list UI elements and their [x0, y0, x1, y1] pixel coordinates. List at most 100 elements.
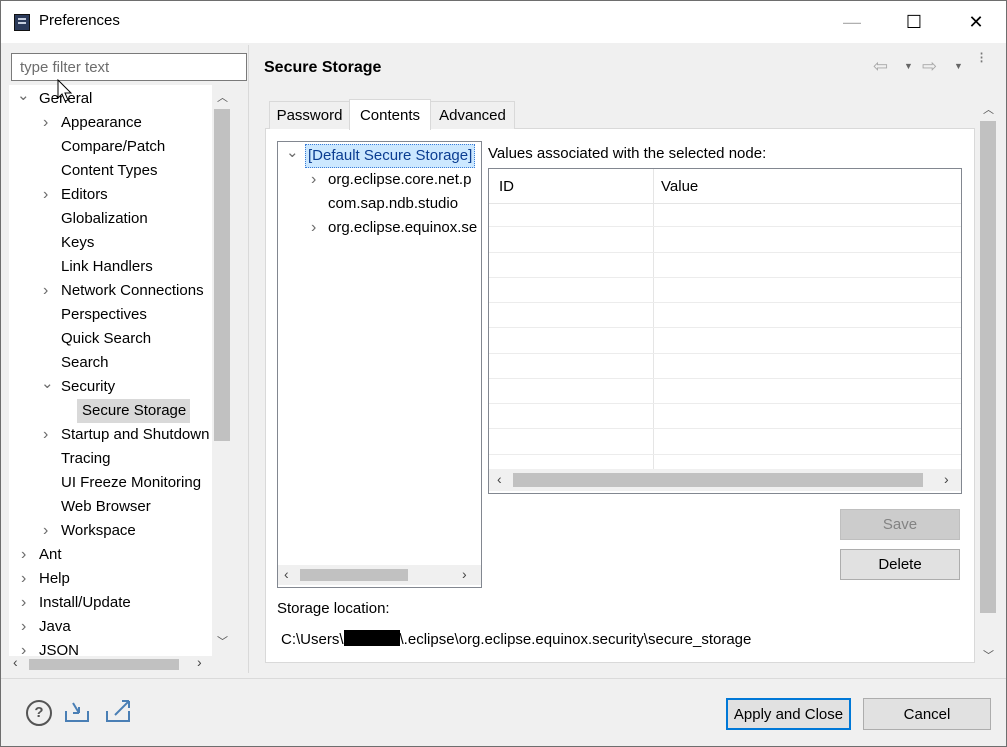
tree-horizontal-scrollbar[interactable]: ‹ › [9, 654, 231, 673]
node-com-sap-ndb-studio[interactable]: com.sap.ndb.studio [328, 192, 458, 216]
tree-item-label: Security [61, 378, 116, 395]
filter-input[interactable] [11, 53, 247, 81]
chevron-right-icon[interactable]: › [21, 591, 26, 615]
node-label: org.eclipse.equinox.se [328, 219, 478, 236]
back-dropdown-icon[interactable]: ▼ [904, 61, 913, 71]
chevron-down-icon[interactable]: ⌄ [17, 85, 30, 108]
table-horizontal-scrollbar[interactable]: ‹ › [489, 469, 961, 491]
app-icon [14, 14, 30, 31]
tree-item-label: Editors [61, 186, 108, 203]
bottom-bar [1, 678, 1006, 746]
tree-item-quick-search[interactable]: Quick Search [61, 327, 151, 351]
help-icon[interactable]: ? [26, 700, 52, 726]
storage-path: C:\Users\ \.eclipse\org.eclipse.equinox.s… [281, 630, 751, 648]
chevron-right-icon[interactable]: › [21, 639, 26, 656]
node-label: [Default Secure Storage] [305, 144, 476, 168]
mouse-cursor [57, 78, 73, 107]
scroll-left-icon[interactable]: ‹ [497, 471, 502, 487]
chevron-right-icon[interactable]: › [21, 615, 26, 639]
scroll-thumb[interactable] [513, 473, 923, 487]
tree-item-keys[interactable]: Keys [61, 231, 94, 255]
storage-location-label: Storage location: [277, 600, 390, 617]
tree-item-label: Help [39, 570, 70, 587]
view-menu-icon[interactable]: ⁝ [979, 51, 984, 67]
maximize-button[interactable]: ☐ [891, 1, 937, 43]
delete-button[interactable]: Delete [840, 549, 960, 580]
chevron-right-icon[interactable]: › [21, 543, 26, 567]
forward-arrow-icon[interactable]: ⇨ [922, 56, 937, 77]
close-button[interactable]: ✕ [953, 1, 999, 43]
tree-item-label: JSON [39, 642, 80, 656]
values-header: Values associated with the selected node… [488, 145, 767, 162]
row-divider [489, 226, 961, 227]
scroll-thumb[interactable] [29, 659, 179, 670]
tab-advanced[interactable]: Advanced [430, 101, 515, 129]
row-divider [489, 454, 961, 455]
tree-item-globalization[interactable]: Globalization [61, 207, 148, 231]
tab-password[interactable]: Password [269, 101, 350, 129]
tree-item-web-browser[interactable]: Web Browser [61, 495, 151, 519]
chevron-right-icon[interactable]: › [43, 279, 48, 303]
window-title: Preferences [39, 12, 120, 29]
preference-tree: ⌄ General › Appearance Compare/Patch Con… [9, 85, 231, 656]
scroll-right-icon[interactable]: › [462, 566, 467, 582]
tree-item-perspectives[interactable]: Perspectives [61, 303, 147, 327]
tree-item-secure-storage[interactable]: Secure Storage [77, 399, 190, 423]
scroll-down-icon[interactable]: ﹀ [983, 647, 994, 663]
page-vertical-scrollbar[interactable]: ︿ ﹀ [978, 99, 997, 669]
chevron-right-icon[interactable]: › [311, 216, 316, 240]
scroll-thumb[interactable] [214, 109, 230, 441]
tree-item-search[interactable]: Search [61, 351, 109, 375]
save-button[interactable]: Save [840, 509, 960, 540]
row-divider [489, 302, 961, 303]
scroll-thumb[interactable] [980, 121, 996, 613]
tree-item-content-types[interactable]: Content Types [61, 159, 157, 183]
scroll-right-icon[interactable]: › [197, 654, 202, 670]
chevron-right-icon[interactable]: › [43, 423, 48, 447]
forward-dropdown-icon[interactable]: ▼ [954, 61, 963, 71]
export-icon[interactable] [105, 698, 135, 723]
tree-item-label: Ant [39, 546, 62, 563]
scroll-up-icon[interactable]: ︿ [983, 101, 994, 117]
chevron-right-icon[interactable]: › [43, 183, 48, 207]
node-horizontal-scrollbar[interactable]: ‹ › [278, 565, 481, 585]
tree-item-compare-patch[interactable]: Compare/Patch [61, 135, 165, 159]
chevron-right-icon[interactable]: › [311, 168, 316, 192]
column-header-id[interactable]: ID [499, 178, 514, 195]
row-divider [489, 378, 961, 379]
row-divider [489, 403, 961, 404]
scroll-right-icon[interactable]: › [944, 471, 949, 487]
tree-item-label: Java [39, 618, 71, 635]
apply-and-close-button[interactable]: Apply and Close [726, 698, 851, 730]
tree-item-tracing[interactable]: Tracing [61, 447, 110, 471]
tree-item-link-handlers[interactable]: Link Handlers [61, 255, 153, 279]
storage-path-suffix: \.eclipse\org.eclipse.equinox.security\s… [399, 631, 752, 648]
row-divider [489, 277, 961, 278]
tab-contents[interactable]: Contents [349, 99, 431, 130]
scroll-left-icon[interactable]: ‹ [284, 566, 289, 582]
scroll-thumb[interactable] [300, 569, 408, 581]
column-header-value[interactable]: Value [661, 178, 698, 195]
chevron-right-icon[interactable]: › [21, 567, 26, 591]
chevron-right-icon[interactable]: › [43, 519, 48, 543]
column-divider [653, 169, 654, 469]
scroll-down-icon[interactable]: ﹀ [217, 633, 228, 649]
tree-item-label: Network Connections [61, 282, 204, 299]
redacted-block [343, 630, 400, 646]
chevron-down-icon[interactable]: ⌄ [286, 142, 299, 165]
node-tree: ⌄ [Default Secure Storage] › org.eclipse… [277, 141, 482, 588]
back-arrow-icon[interactable]: ⇦ [873, 56, 888, 77]
page-title: Secure Storage [264, 59, 382, 76]
scroll-left-icon[interactable]: ‹ [13, 654, 18, 670]
minimize-button[interactable]: — [829, 1, 875, 43]
cancel-button[interactable]: Cancel [863, 698, 991, 730]
chevron-right-icon[interactable]: › [43, 111, 48, 135]
import-icon[interactable] [64, 701, 92, 723]
tree-vertical-scrollbar[interactable]: ︿ ﹀ [212, 85, 231, 656]
values-table[interactable]: ID Value ‹ › [488, 168, 962, 494]
tree-item-ui-freeze[interactable]: UI Freeze Monitoring [61, 471, 201, 495]
scroll-up-icon[interactable]: ︿ [217, 89, 228, 105]
preferences-window: Preferences — ☐ ✕ ⌄ General › Appearance… [0, 0, 1007, 747]
chevron-down-icon[interactable]: ⌄ [41, 372, 54, 396]
node-label: org.eclipse.core.net.p [328, 171, 472, 188]
